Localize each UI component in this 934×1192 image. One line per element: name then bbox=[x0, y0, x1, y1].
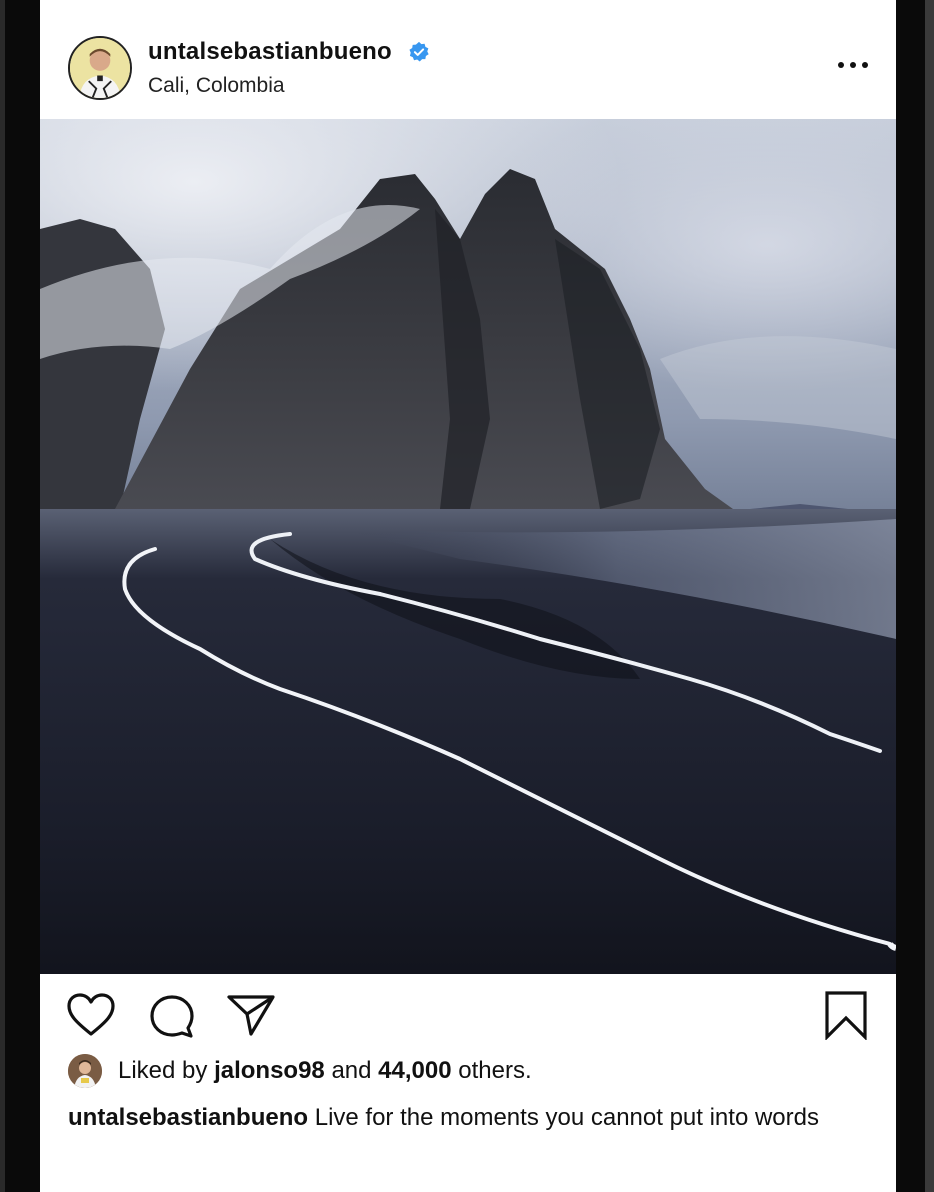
user-avatar[interactable] bbox=[68, 36, 132, 100]
bookmark-icon[interactable] bbox=[824, 990, 868, 1040]
more-horizontal-icon[interactable] bbox=[836, 58, 870, 72]
verified-badge-icon bbox=[409, 41, 429, 62]
liker-username[interactable]: jalonso98 bbox=[214, 1057, 325, 1085]
post-caption: untalsebastianbueno Live for the moments… bbox=[68, 1102, 828, 1134]
likes-suffix: others. bbox=[451, 1057, 532, 1084]
paper-plane-icon[interactable] bbox=[226, 993, 276, 1037]
comment-bubble-icon[interactable] bbox=[148, 993, 196, 1041]
post-photo[interactable] bbox=[40, 119, 896, 974]
heart-icon[interactable] bbox=[66, 992, 116, 1038]
instagram-post: untalsebastianbueno Cali, Colombia Liked… bbox=[40, 0, 896, 1192]
liker-portrait bbox=[68, 1054, 102, 1088]
liker-avatar[interactable] bbox=[68, 1054, 102, 1088]
post-username[interactable]: untalsebastianbueno bbox=[148, 38, 392, 66]
avatar-portrait bbox=[70, 38, 130, 98]
likes-prefix: Liked by bbox=[118, 1057, 215, 1084]
likes-summary: Liked by jalonso98 and 44,000 others. bbox=[68, 1054, 532, 1088]
caption-username[interactable]: untalsebastianbueno bbox=[68, 1104, 308, 1131]
post-location[interactable]: Cali, Colombia bbox=[148, 74, 285, 98]
username-row: untalsebastianbueno bbox=[148, 38, 430, 66]
device-frame-right bbox=[896, 0, 934, 1192]
post-header: untalsebastianbueno Cali, Colombia bbox=[40, 30, 896, 118]
likes-and: and bbox=[324, 1057, 379, 1084]
device-frame-left bbox=[0, 0, 40, 1192]
post-actions bbox=[40, 990, 896, 1042]
caption-text: Live for the moments you cannot put into… bbox=[308, 1104, 819, 1131]
likes-count[interactable]: 44,000 bbox=[378, 1057, 451, 1085]
